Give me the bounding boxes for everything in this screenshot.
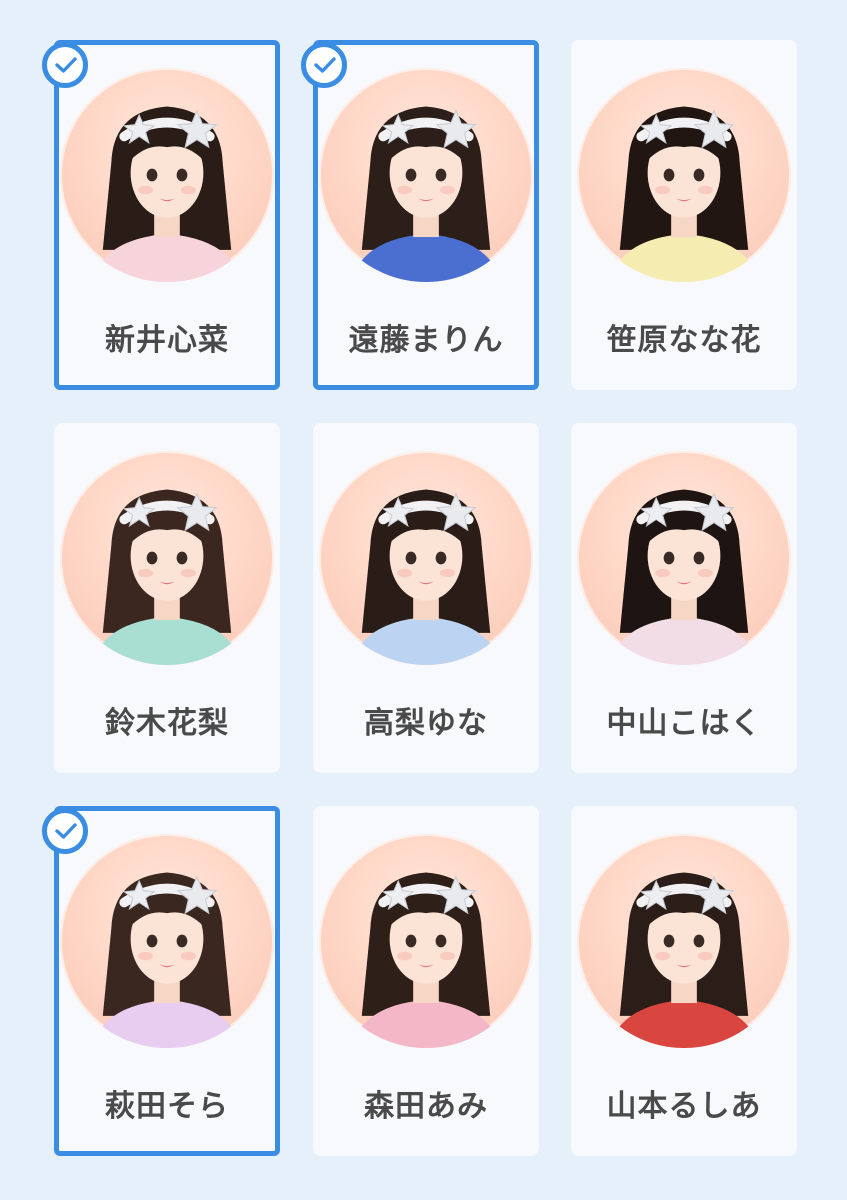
member-name: 笹原なな花	[606, 323, 762, 358]
member-photo	[577, 68, 791, 282]
member-photo	[319, 68, 533, 282]
member-name: 鈴木花梨	[105, 706, 229, 741]
member-name: 新井心菜	[105, 323, 229, 358]
member-card[interactable]: 森田あみ	[313, 806, 539, 1156]
member-card[interactable]: 山本るしあ	[571, 806, 797, 1156]
member-photo	[319, 451, 533, 665]
member-photo	[60, 451, 274, 665]
member-card[interactable]: 高梨ゆな	[313, 423, 539, 773]
member-photo	[577, 451, 791, 665]
member-card[interactable]: 中山こはく	[571, 423, 797, 773]
member-name: 森田あみ	[364, 1089, 488, 1124]
member-photo	[319, 834, 533, 1048]
member-card[interactable]: 萩田そら	[42, 806, 280, 1156]
member-name: 山本るしあ	[606, 1089, 762, 1124]
member-photo	[60, 834, 274, 1048]
member-grid: 新井心菜 遠藤まりん 笹原なな花 鈴木花梨 高梨ゆな 中山こはく 萩田そら 森田…	[0, 0, 847, 1200]
member-card[interactable]: 遠藤まりん	[301, 40, 539, 390]
member-photo	[577, 834, 791, 1048]
member-name: 萩田そら	[105, 1089, 229, 1124]
member-card[interactable]: 新井心菜	[42, 40, 280, 390]
member-name: 中山こはく	[606, 706, 762, 741]
member-name: 高梨ゆな	[364, 706, 488, 741]
member-photo	[60, 68, 274, 282]
member-card[interactable]: 笹原なな花	[571, 40, 797, 390]
member-card[interactable]: 鈴木花梨	[54, 423, 280, 773]
check-icon	[301, 42, 347, 88]
check-icon	[42, 808, 88, 854]
member-name: 遠藤まりん	[348, 323, 504, 358]
check-icon	[42, 42, 88, 88]
